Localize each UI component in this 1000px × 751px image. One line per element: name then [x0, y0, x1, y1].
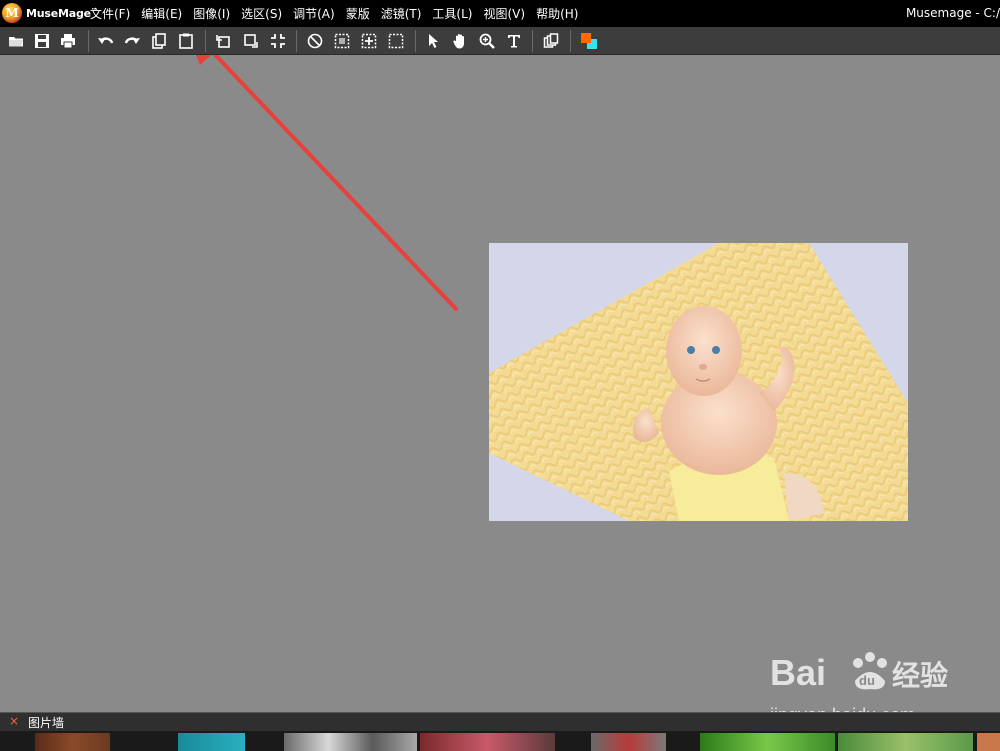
undo-icon[interactable] [95, 30, 117, 52]
color-swatch-icon[interactable] [578, 30, 600, 52]
toolbar-separator [415, 30, 416, 52]
filmstrip-thumbnail[interactable] [284, 733, 417, 751]
menu-help[interactable]: 帮助(H) [536, 5, 578, 22]
menu-mask[interactable]: 蒙版 [346, 5, 370, 22]
filmstrip [0, 731, 1000, 751]
toolbar-separator [532, 30, 533, 52]
text-icon[interactable] [503, 30, 525, 52]
watermark-cn-text: 经验 [892, 659, 948, 692]
rect-select-icon[interactable] [385, 30, 407, 52]
menu-adjust[interactable]: 调节(A) [293, 5, 335, 22]
magic-select-icon[interactable] [358, 30, 380, 52]
window-title: Musemage - C:/ [905, 6, 1000, 20]
menu-image[interactable]: 图像(I) [193, 5, 230, 22]
menu-bar: M MuseMage™ 文件(F) 编辑(E) 图像(I) 选区(S) 调节(A… [0, 0, 1000, 27]
toolbar-separator [570, 30, 571, 52]
print-icon[interactable] [57, 30, 79, 52]
copy-icon[interactable] [148, 30, 170, 52]
canvas-workspace[interactable] [0, 55, 1000, 712]
filmstrip-thumbnail[interactable] [420, 733, 555, 751]
watermark-paw-text: du [859, 673, 875, 688]
marquee-select-icon[interactable] [331, 30, 353, 52]
toolbar-separator [296, 30, 297, 52]
filmstrip-title: 图片墙 [28, 716, 65, 730]
toolbar-separator [205, 30, 206, 52]
layers-icon[interactable] [540, 30, 562, 52]
menu-edit[interactable]: 编辑(E) [141, 5, 182, 22]
filmstrip-thumbnail[interactable] [977, 733, 1000, 751]
close-icon[interactable]: × [9, 714, 19, 728]
paste-icon[interactable] [175, 30, 197, 52]
filmstrip-thumbnail[interactable] [35, 733, 110, 751]
baby-photo-illustration [489, 243, 908, 521]
musemage-logo-icon: M [2, 3, 22, 23]
crop-icon[interactable] [267, 30, 289, 52]
toolbar-separator [88, 30, 89, 52]
app-logo: M MuseMage™ [2, 3, 97, 23]
menu-file[interactable]: 文件(F) [90, 5, 130, 22]
filmstrip-thumbnail[interactable] [838, 733, 973, 751]
rotate-right-icon[interactable] [240, 30, 262, 52]
toolbar [0, 27, 1000, 55]
open-folder-icon[interactable] [5, 30, 27, 52]
main-menu: 文件(F) 编辑(E) 图像(I) 选区(S) 调节(A) 蒙版 滤镜(T) 工… [90, 0, 589, 27]
deselect-icon[interactable] [304, 30, 326, 52]
redo-icon[interactable] [121, 30, 143, 52]
filmstrip-thumbnail[interactable] [591, 733, 666, 751]
watermark-brand-text: Bai [770, 652, 826, 693]
zoom-icon[interactable] [476, 30, 498, 52]
hand-icon[interactable] [449, 30, 471, 52]
menu-filter[interactable]: 滤镜(T) [381, 5, 422, 22]
filmstrip-header: × 图片墙 [0, 712, 1000, 731]
filmstrip-thumbnail[interactable] [178, 733, 245, 751]
save-icon[interactable] [31, 30, 53, 52]
menu-selection[interactable]: 选区(S) [241, 5, 282, 22]
menu-tools[interactable]: 工具(L) [432, 5, 472, 22]
menu-view[interactable]: 视图(V) [483, 5, 525, 22]
baby-photo-image[interactable] [489, 243, 908, 521]
app-logo-text: MuseMage™ [26, 6, 97, 20]
foreground-color-swatch[interactable] [581, 33, 591, 43]
rotate-left-icon[interactable] [212, 30, 234, 52]
filmstrip-thumbnail[interactable] [700, 733, 835, 751]
pointer-icon[interactable] [422, 30, 444, 52]
musemage-window: M MuseMage™ 文件(F) 编辑(E) 图像(I) 选区(S) 调节(A… [0, 0, 1000, 751]
